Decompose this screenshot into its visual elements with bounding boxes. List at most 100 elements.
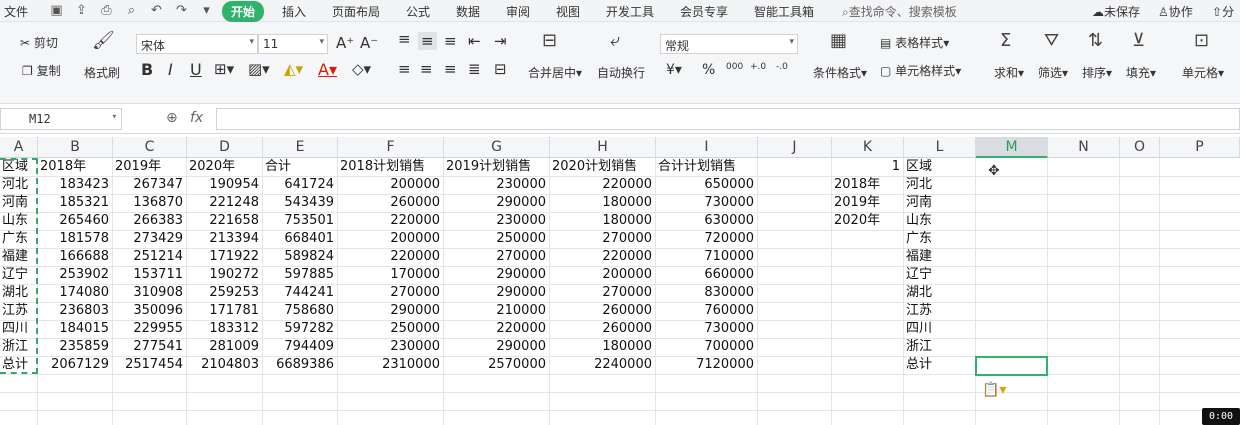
table-cell[interactable]: 720000	[658, 230, 754, 248]
tab-smart-tools[interactable]: 智能工具箱	[754, 3, 814, 20]
side-l-cell[interactable]: 总计	[906, 356, 972, 374]
column-header-h[interactable]: H	[550, 137, 656, 158]
cell-button[interactable]: 单元格▾	[1182, 64, 1224, 81]
column-header-b[interactable]: B	[38, 137, 113, 158]
table-cell[interactable]: 270000	[340, 284, 440, 302]
side-l-cell[interactable]: 四川	[906, 320, 972, 338]
column-header-g[interactable]: G	[444, 137, 550, 158]
table-cell[interactable]: 794409	[265, 338, 334, 356]
font-grow-icon[interactable]: A⁺	[336, 34, 354, 52]
table-cell[interactable]: 270000	[446, 248, 546, 266]
table-cell[interactable]: 730000	[658, 194, 754, 212]
format-painter-button[interactable]: 格式刷	[84, 64, 120, 81]
table-header-cell[interactable]: 2019计划销售	[446, 158, 546, 176]
clear-icon[interactable]: ◇▾	[352, 60, 371, 78]
table-cell[interactable]: 273429	[115, 230, 183, 248]
table-cell[interactable]: 200000	[552, 266, 652, 284]
table-cell[interactable]: 350096	[115, 302, 183, 320]
side-k-cell[interactable]: 2018年	[834, 176, 900, 194]
table-cell[interactable]: 229955	[115, 320, 183, 338]
table-cell[interactable]: 190954	[189, 176, 259, 194]
table-cell[interactable]: 265460	[40, 212, 109, 230]
side-k-cell[interactable]: 2020年	[834, 212, 900, 230]
table-cell[interactable]: 200000	[340, 176, 440, 194]
tab-review[interactable]: 审阅	[506, 3, 530, 20]
function-icon[interactable]: fx	[190, 110, 203, 126]
table-cell[interactable]: 2517454	[115, 356, 183, 374]
tab-developer[interactable]: 开发工具	[606, 3, 654, 20]
copy-button[interactable]: ❐ 复制	[22, 62, 61, 79]
tab-insert[interactable]: 插入	[282, 3, 306, 20]
column-header-n[interactable]: N	[1048, 137, 1120, 158]
unsaved-status[interactable]: ☁未保存	[1092, 3, 1140, 20]
tab-formulas[interactable]: 公式	[406, 3, 430, 20]
more-icon[interactable]: ▾	[194, 3, 219, 18]
table-cell[interactable]: 277541	[115, 338, 183, 356]
table-cell[interactable]: 660000	[658, 266, 754, 284]
table-cell[interactable]: 730000	[658, 320, 754, 338]
decrease-decimal-button[interactable]: -.0	[776, 62, 788, 72]
undo-icon[interactable]: ↶	[144, 3, 169, 18]
preview-icon[interactable]: ⌕	[119, 3, 144, 18]
table-cell[interactable]: 668401	[265, 230, 334, 248]
cell-style-button[interactable]: ▢ 单元格样式▾	[880, 62, 961, 79]
table-cell[interactable]: 230000	[446, 176, 546, 194]
table-cell[interactable]: 753501	[265, 212, 334, 230]
tab-home[interactable]: 开始	[222, 1, 265, 22]
active-cell-outline[interactable]	[975, 356, 1048, 376]
tab-member[interactable]: 会员专享	[680, 3, 728, 20]
column-header-m[interactable]: M	[976, 137, 1048, 158]
table-cell[interactable]: 210000	[446, 302, 546, 320]
command-search[interactable]: ⌕查找命令、搜索模板	[842, 3, 957, 20]
table-cell[interactable]: 220000	[340, 248, 440, 266]
side-l-cell[interactable]: 辽宁	[906, 266, 972, 284]
formula-input[interactable]	[216, 108, 1240, 130]
table-cell[interactable]: 630000	[658, 212, 754, 230]
table-cell[interactable]: 2104803	[189, 356, 259, 374]
table-cell[interactable]: 290000	[446, 338, 546, 356]
table-header-cell[interactable]: 2020计划销售	[552, 158, 652, 176]
table-cell[interactable]: 260000	[552, 320, 652, 338]
thousand-separator-button[interactable]: 000	[726, 62, 743, 72]
column-header-e[interactable]: E	[263, 137, 338, 158]
table-cell[interactable]: 213394	[189, 230, 259, 248]
table-cell[interactable]: 290000	[446, 284, 546, 302]
side-l-cell[interactable]: 广东	[906, 230, 972, 248]
table-cell[interactable]: 185321	[40, 194, 109, 212]
font-size-select[interactable]: 11 ▾	[258, 34, 328, 54]
table-cell[interactable]: 220000	[552, 248, 652, 266]
table-header-cell[interactable]: 合计	[265, 158, 334, 176]
side-l-cell[interactable]: 河北	[906, 176, 972, 194]
table-cell[interactable]: 310908	[115, 284, 183, 302]
table-header-cell[interactable]: 2019年	[115, 158, 183, 176]
table-cell[interactable]: 180000	[552, 212, 652, 230]
bold-button[interactable]: B	[141, 60, 153, 79]
table-header-cell[interactable]: 2018计划销售	[340, 158, 440, 176]
table-cell[interactable]: 2240000	[552, 356, 652, 374]
tab-view[interactable]: 视图	[556, 3, 580, 20]
percent-button[interactable]: %	[702, 62, 715, 78]
table-cell[interactable]: 597282	[265, 320, 334, 338]
table-cell[interactable]: 700000	[658, 338, 754, 356]
worksheet-grid[interactable]: 区域 2018年 2019年 2020年 合计 2018计划销售 2019计划销售 2020计…	[0, 158, 1240, 425]
side-k-cell[interactable]: 1	[834, 158, 900, 176]
conditional-format-button[interactable]: 条件格式▾	[813, 64, 867, 81]
table-cell[interactable]: 190272	[189, 266, 259, 284]
table-header-cell[interactable]: 合计计划销售	[658, 158, 754, 176]
table-cell[interactable]: 641724	[265, 176, 334, 194]
table-cell[interactable]: 253902	[40, 266, 109, 284]
table-cell[interactable]: 250000	[340, 320, 440, 338]
print-icon[interactable]: ⎙	[94, 3, 119, 18]
table-cell[interactable]: 180000	[552, 338, 652, 356]
name-box[interactable]: M12 ▾	[0, 108, 122, 130]
table-cell[interactable]: 270000	[552, 230, 652, 248]
font-shrink-icon[interactable]: A⁻	[360, 34, 378, 52]
table-cell[interactable]: 220000	[446, 320, 546, 338]
redo-icon[interactable]: ↷	[169, 3, 194, 18]
table-cell[interactable]: 136870	[115, 194, 183, 212]
border-icon[interactable]: ⊞▾	[214, 60, 234, 78]
table-cell[interactable]: 153711	[115, 266, 183, 284]
italic-button[interactable]: I	[168, 60, 173, 79]
table-cell[interactable]: 183423	[40, 176, 109, 194]
table-cell[interactable]: 166688	[40, 248, 109, 266]
